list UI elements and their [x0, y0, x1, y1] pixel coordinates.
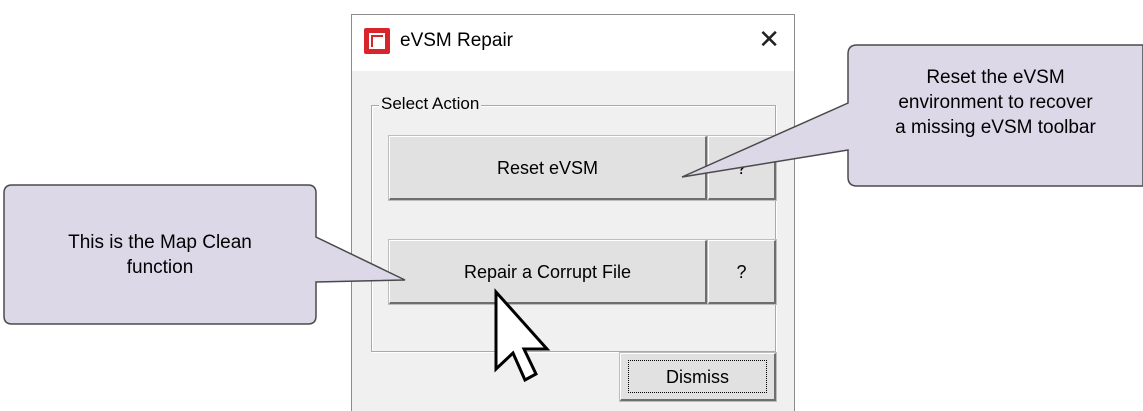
evsm-repair-dialog: eVSM Repair ✕ Select Action Reset eVSM ?…: [351, 14, 795, 411]
reset-evsm-button[interactable]: Reset eVSM: [388, 135, 708, 201]
reset-help-button[interactable]: ?: [707, 135, 777, 201]
left-callout-text: This is the Map Clean function: [68, 232, 252, 278]
dismiss-button[interactable]: Dismiss: [619, 352, 777, 402]
title-bar: eVSM Repair ✕: [352, 15, 794, 71]
repair-help-label: ?: [736, 262, 747, 282]
group-label: Select Action: [379, 94, 482, 114]
evsm-app-icon: [364, 28, 390, 54]
repair-help-button[interactable]: ?: [707, 239, 777, 305]
repair-corrupt-file-label: Repair a Corrupt File: [463, 262, 632, 282]
reset-help-label: ?: [736, 158, 747, 178]
close-icon[interactable]: ✕: [758, 23, 780, 57]
right-callout-text: Reset the eVSM environment to recover a …: [895, 67, 1096, 138]
dialog-title: eVSM Repair: [400, 30, 513, 51]
reset-evsm-label: Reset eVSM: [496, 158, 599, 178]
repair-corrupt-file-button[interactable]: Repair a Corrupt File: [388, 239, 708, 305]
